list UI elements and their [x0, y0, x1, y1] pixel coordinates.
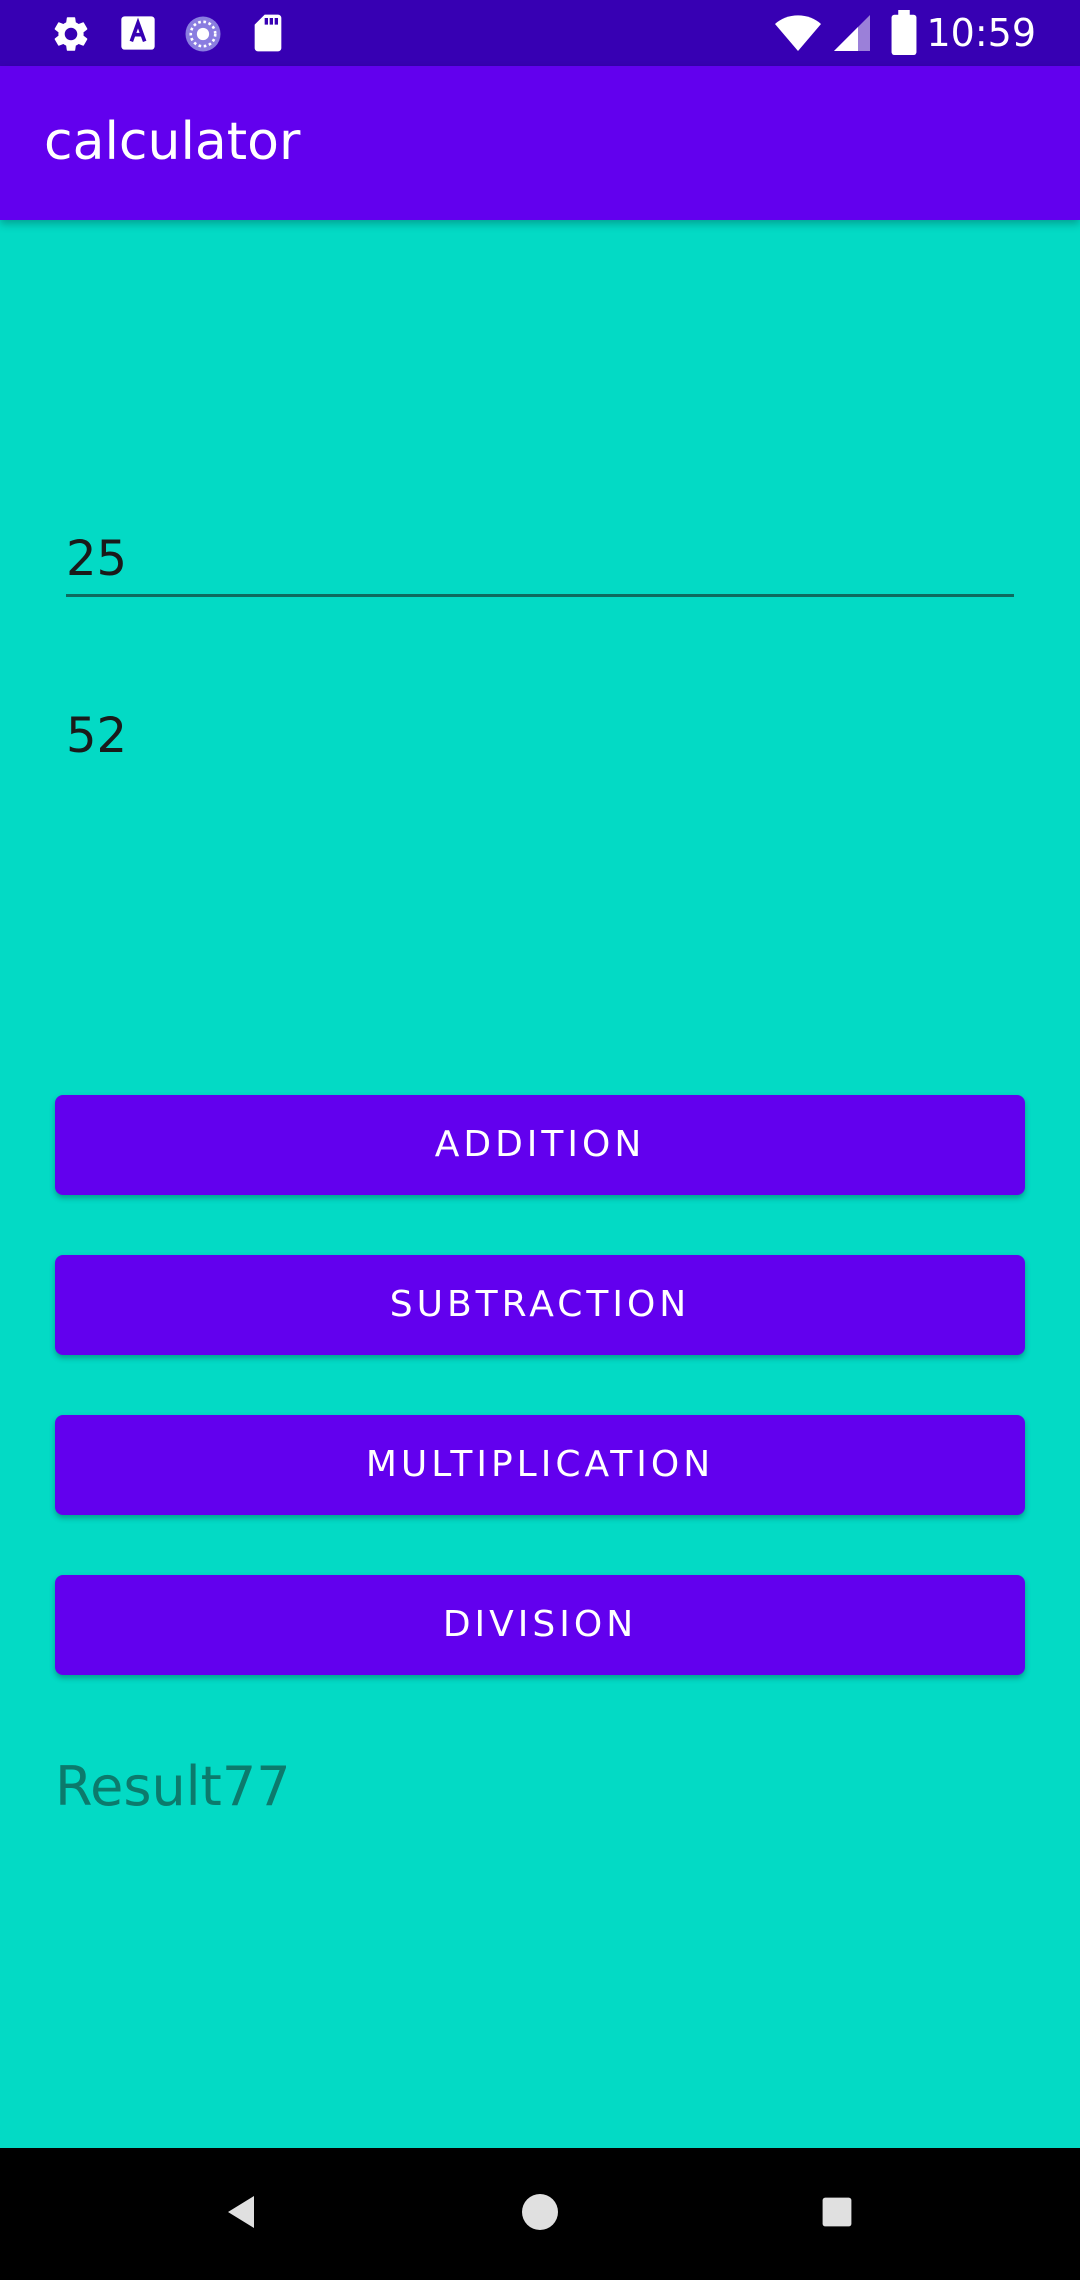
multiplication-button[interactable]: MULTIPLICATION	[55, 1415, 1025, 1515]
status-bar: 10:59	[0, 0, 1080, 66]
result-text: Result77	[55, 1755, 291, 1818]
navigation-bar	[0, 2148, 1080, 2280]
recents-button[interactable]	[797, 2174, 877, 2254]
first-number-underline	[66, 594, 1014, 597]
second-number-input[interactable]	[66, 701, 1014, 771]
addition-button[interactable]: ADDITION	[55, 1095, 1025, 1195]
second-number-field-wrapper	[66, 701, 1014, 771]
app-title: calculator	[44, 112, 301, 172]
status-time: 10:59	[926, 11, 1036, 55]
sd-card-icon	[250, 13, 286, 57]
wifi-icon	[774, 12, 822, 58]
main-content: ADDITION SUBTRACTION MULTIPLICATION DIVI…	[0, 220, 1080, 2148]
signal-icon	[832, 12, 872, 58]
battery-icon	[890, 10, 918, 60]
division-button[interactable]: DIVISION	[55, 1575, 1025, 1675]
recents-icon	[819, 2194, 855, 2234]
sync-circle-icon	[182, 13, 224, 59]
app-bar: calculator	[0, 66, 1080, 220]
gear-icon	[50, 13, 92, 59]
font-a-icon	[118, 13, 158, 57]
home-button[interactable]	[500, 2174, 580, 2254]
back-icon	[222, 2192, 262, 2236]
first-number-field-wrapper	[66, 524, 1014, 597]
first-number-input[interactable]	[66, 524, 1014, 594]
subtraction-button[interactable]: SUBTRACTION	[55, 1255, 1025, 1355]
home-icon	[520, 2192, 560, 2236]
back-button[interactable]	[202, 2174, 282, 2254]
